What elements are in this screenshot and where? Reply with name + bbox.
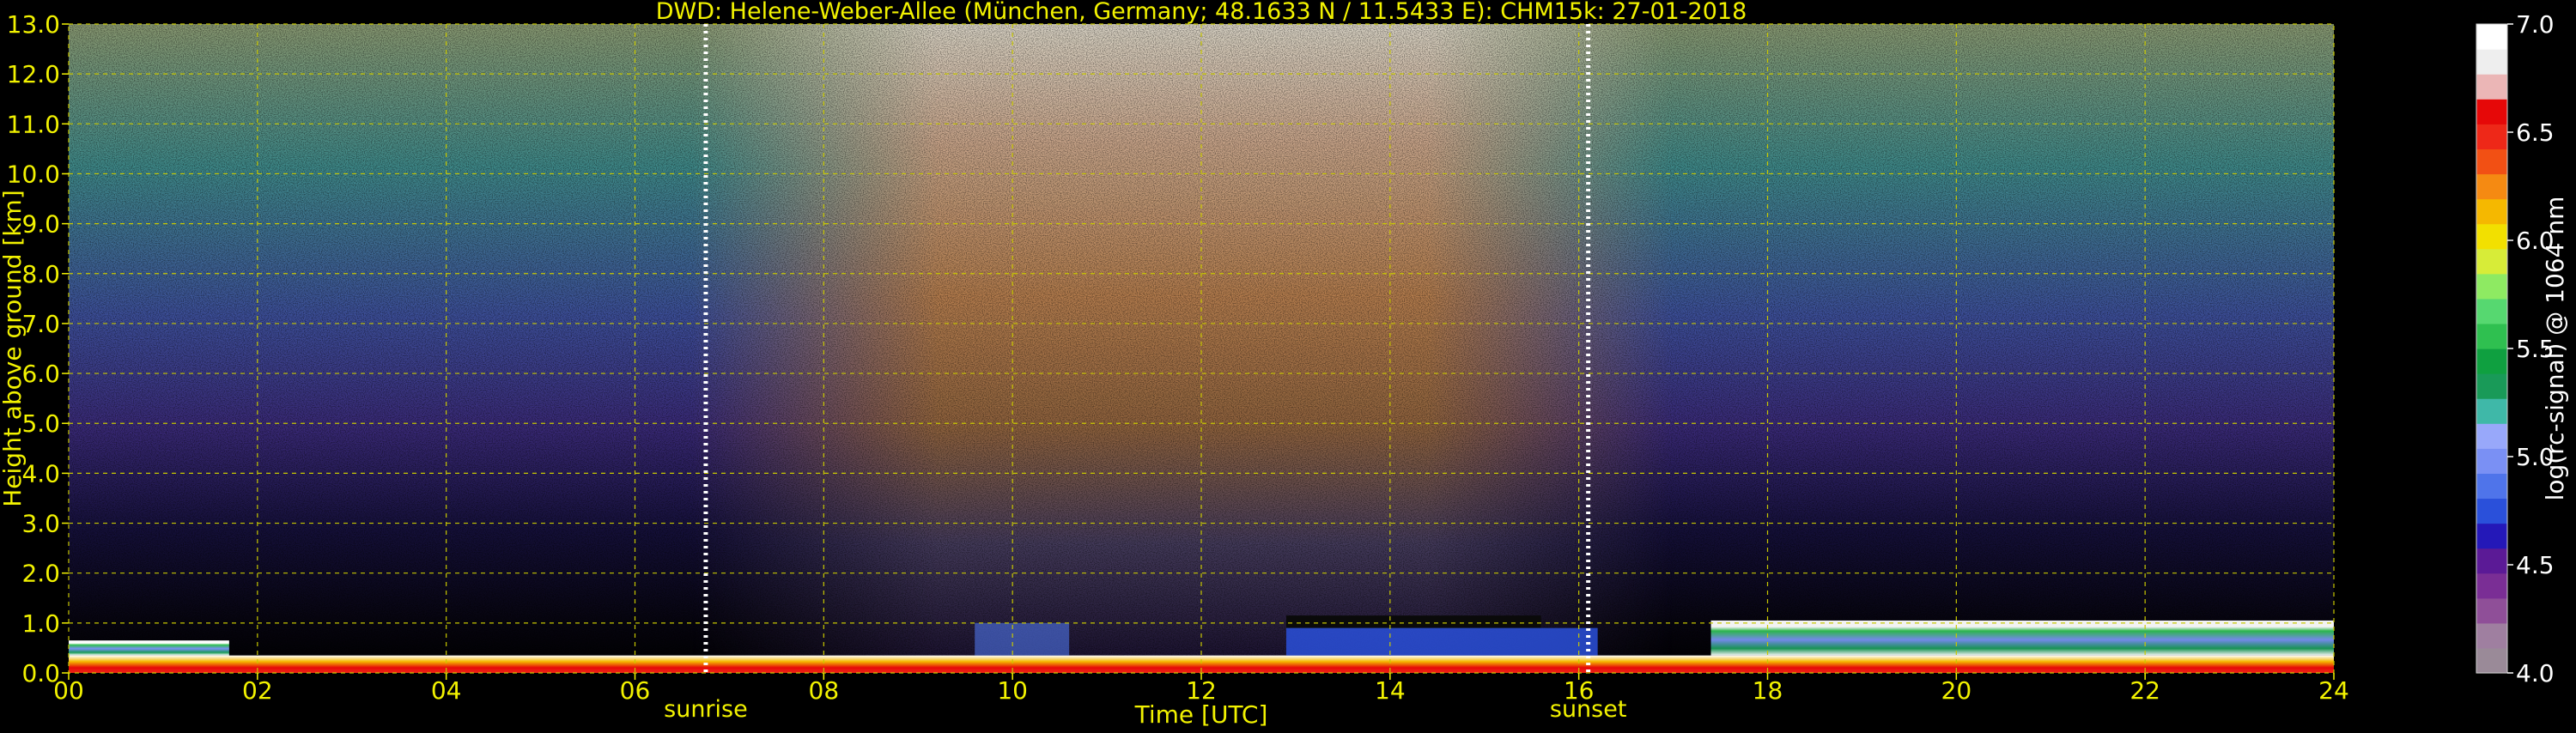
x-tick-label: 10 — [997, 676, 1028, 705]
y-tick-label: 13.0 — [7, 10, 60, 39]
colorbar-segment — [2476, 74, 2507, 100]
colorbar-segment — [2476, 572, 2507, 599]
x-tick-label: 20 — [1941, 676, 1972, 705]
x-tick-label: 24 — [2318, 676, 2349, 705]
colorbar-segment — [2476, 498, 2507, 524]
colorbar-segment — [2476, 373, 2507, 399]
colorbar-tick-label: 7.0 — [2516, 10, 2555, 39]
y-tick-label: 9.0 — [21, 210, 60, 239]
colorbar-tick-label: 4.0 — [2516, 659, 2555, 688]
y-tick-label: 11.0 — [7, 110, 60, 138]
colorbar-segment — [2476, 348, 2507, 374]
y-tick-label: 3.0 — [21, 510, 60, 538]
x-tick-label: 22 — [2129, 676, 2160, 705]
y-tick-label: 12.0 — [7, 60, 60, 88]
colorbar-segment — [2476, 49, 2507, 75]
y-tick-label: 8.0 — [21, 260, 60, 288]
colorbar-segment — [2476, 523, 2507, 549]
colorbar-segment — [2476, 173, 2507, 200]
colorbar-segment — [2476, 622, 2507, 649]
colorbar-segment — [2476, 597, 2507, 624]
x-tick-label: 04 — [431, 676, 462, 705]
x-tick-label: 18 — [1753, 676, 1783, 705]
morning-boundary-layer — [69, 640, 229, 656]
colorbar-segment — [2476, 24, 2507, 50]
colorbar-segment — [2476, 248, 2507, 275]
colorbar-segment — [2476, 223, 2507, 250]
colorbar-tick-label: 4.5 — [2516, 551, 2555, 579]
backscatter-chart: sunrise sunset 00 02 04 06 08 10 12 14 16 18 20 22 24… — [0, 0, 2569, 729]
y-tick-label: 6.0 — [21, 360, 60, 388]
daytime-mixing-layer — [1285, 627, 1598, 656]
x-tick-label: 16 — [1564, 676, 1595, 705]
colorbar-segment — [2476, 148, 2507, 175]
chart-title: DWD: Helene-Weber-Allee (München, German… — [656, 0, 1747, 25]
colorbar-segment — [2476, 323, 2507, 349]
colorbar-segment — [2476, 273, 2507, 300]
plot-area: sunrise sunset — [68, 23, 2335, 723]
y-tick-label: 5.0 — [21, 409, 60, 438]
midday-plume — [975, 622, 1070, 656]
colorbar-segment — [2476, 423, 2507, 449]
y-tick-label: 10.0 — [7, 160, 60, 188]
colorbar-segment — [2476, 398, 2507, 424]
colorbar-segment — [2476, 124, 2507, 149]
colorbar-segment — [2476, 198, 2507, 225]
colorbar-segment — [2476, 548, 2507, 574]
y-tick-label: 7.0 — [21, 310, 60, 338]
y-tick-label: 2.0 — [21, 560, 60, 588]
colorbar-segment — [2476, 473, 2507, 500]
colorbar-segment — [2476, 99, 2507, 124]
x-tick-label: 06 — [620, 676, 651, 705]
y-axis-label: Height above ground [km] — [0, 190, 27, 507]
daytime-cloud-base — [1285, 615, 1541, 628]
x-tick-label: 02 — [242, 676, 273, 705]
colorbar-tick-label: 6.5 — [2516, 118, 2555, 147]
y-tick-label: 0.0 — [21, 659, 60, 688]
colorbar-segment — [2476, 298, 2507, 324]
x-tick-label: 14 — [1375, 676, 1406, 705]
y-tick-label: 1.0 — [21, 609, 60, 638]
evening-boundary-layer — [1710, 620, 2334, 656]
colorbar-label: log(rc-signal) @ 1064 nm — [2541, 197, 2569, 501]
marker-label-sunrise: sunrise — [664, 696, 748, 723]
ceilometer-figure: sunrise sunset 00 02 04 06 08 10 12 14 16 18 20 22 24… — [0, 0, 2576, 730]
x-axis-label: Time [UTC] — [1134, 700, 1268, 729]
colorbar-segment — [2476, 448, 2507, 474]
x-tick-label: 08 — [809, 676, 840, 705]
colorbar-segment — [2476, 647, 2507, 674]
y-tick-label: 4.0 — [21, 459, 60, 488]
